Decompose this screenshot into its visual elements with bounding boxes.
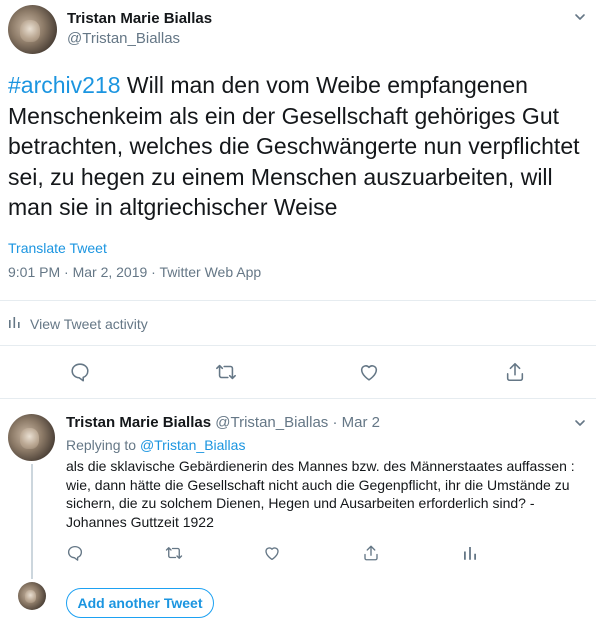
replying-prefix: Replying to — [66, 437, 140, 453]
like-icon[interactable] — [263, 544, 281, 562]
main-tweet: Tristan Marie Biallas @Tristan_Biallas #… — [0, 0, 596, 399]
avatar[interactable] — [8, 414, 55, 461]
reply-text: als die sklavische Gebärdienerin des Man… — [66, 458, 575, 530]
retweet-icon[interactable] — [215, 361, 237, 383]
translate-tweet-link[interactable]: Translate Tweet — [8, 240, 107, 256]
divider — [0, 300, 596, 301]
author-name[interactable]: Tristan Marie Biallas — [66, 414, 211, 431]
author-handle-date[interactable]: @Tristan_Biallas · Mar 2 — [215, 414, 380, 431]
thread-line — [31, 464, 33, 579]
author-name[interactable]: Tristan Marie Biallas — [67, 10, 212, 27]
reply-icon[interactable] — [66, 544, 84, 562]
activity-label: View Tweet activity — [30, 315, 148, 332]
like-icon[interactable] — [358, 361, 380, 383]
activity-icon — [8, 315, 22, 332]
reply-icon[interactable] — [69, 361, 91, 383]
author-handle[interactable]: @Tristan_Biallas — [67, 30, 180, 47]
share-icon[interactable] — [362, 544, 380, 562]
chevron-down-icon[interactable] — [574, 416, 586, 428]
add-another-tweet-button[interactable]: Add another Tweet — [66, 588, 214, 618]
replying-to-handle-link[interactable]: @Tristan_Biallas — [140, 437, 246, 453]
divider — [0, 345, 596, 346]
replying-to: Replying to @Tristan_Biallas — [66, 437, 245, 453]
hashtag-link[interactable]: #archiv218 — [8, 72, 121, 98]
share-icon[interactable] — [504, 361, 526, 383]
avatar[interactable] — [8, 5, 57, 54]
chevron-down-icon[interactable] — [574, 10, 586, 22]
retweet-icon[interactable] — [165, 544, 183, 562]
reply-tweet: Tristan Marie Biallas @Tristan_Biallas ·… — [0, 399, 596, 624]
view-tweet-activity[interactable]: View Tweet activity — [8, 315, 148, 332]
tweet-text: #archiv218 Will man den vom Weibe empfan… — [8, 70, 588, 223]
activity-icon[interactable] — [461, 544, 479, 562]
reply-header: Tristan Marie Biallas @Tristan_Biallas ·… — [66, 414, 380, 431]
tweet-timestamp[interactable]: 9:01 PM · Mar 2, 2019 · Twitter Web App — [8, 264, 261, 280]
avatar — [18, 582, 46, 610]
